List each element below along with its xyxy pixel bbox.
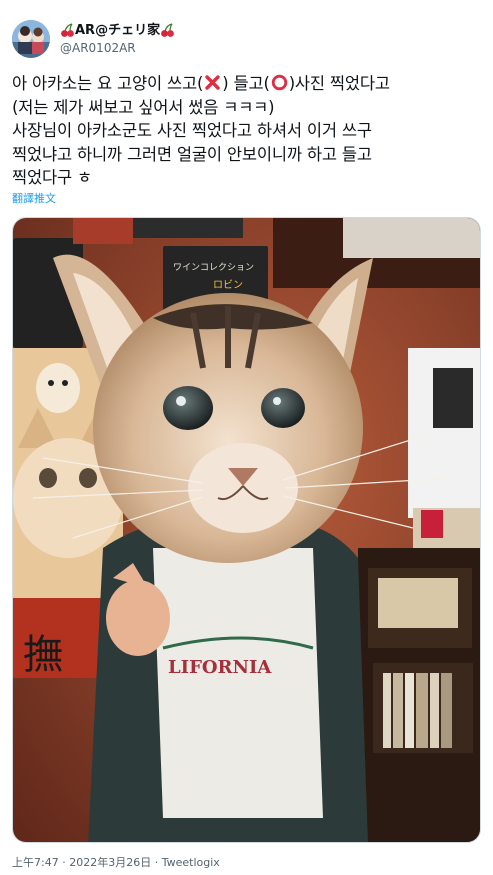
author-names: AR@チェリ家 @AR0102AR [60,22,175,56]
svg-text:撫: 撫 [23,632,63,678]
tweet-card: AR@チェリ家 @AR0102AR 아 아카소는 요 고양이 쓰고( ) 들고()… [0,0,493,875]
tweet-time[interactable]: 上午7:47 [12,856,59,869]
tweet-photo[interactable]: ワインコレクション ロビン 撫 LIFORNIA [12,217,481,843]
meta-separator: · [154,856,159,869]
cherry-icon [160,23,175,38]
avatar[interactable] [12,20,50,58]
tweet-line-2: (저는 제가 써보고 싶어서 썼음 ㅋㅋㅋ) [12,97,275,117]
tweet-text-part: 아 아카소는 요 고양이 쓰고( [12,74,204,93]
tweet-text-part: )사진 찍었다고 [288,74,390,93]
tweet-line-3: 사장님이 아카소군도 사진 찍었다고 하셔서 이거 쓰구 [12,121,372,140]
display-name-text: AR@チェリ家 [75,23,161,38]
cherry-icon [60,23,75,38]
svg-text:ロビン: ロビン [213,279,243,291]
red-circle-icon [271,74,288,91]
tweet-header: AR@チェリ家 @AR0102AR [12,18,175,60]
cross-mark-icon [204,74,221,91]
tweet-line-4: 찍었냐고 하니까 그러면 얼굴이 안보이니까 하고 들고 [12,144,372,164]
tweet-line-1: 아 아카소는 요 고양이 쓰고( ) 들고( )사진 찍었다고 [12,72,487,96]
display-name[interactable]: AR@チェリ家 [60,22,175,39]
tweet-meta: 上午7:47 · 2022年3月26日 · Tweetlogix [12,856,220,870]
user-handle[interactable]: @AR0102AR [60,40,175,56]
translate-link[interactable]: 翻譯推文 [12,192,56,206]
svg-text:ワインコレクション: ワインコレクション [173,262,254,273]
tweet-text: 아 아카소는 요 고양이 쓰고( ) 들고( )사진 찍었다고 (저는 제가 써보고… [12,72,487,190]
meta-separator: · [62,856,66,869]
tweet-source[interactable]: Tweetlogix [162,856,220,869]
tweet-date[interactable]: 2022年3月26日 [69,856,151,869]
tweet-text-part: ) 들고( [222,74,270,93]
tweet-line-5: 찍었다구 ㅎ [12,168,92,187]
shirt-print: LIFORNIA [168,657,272,678]
